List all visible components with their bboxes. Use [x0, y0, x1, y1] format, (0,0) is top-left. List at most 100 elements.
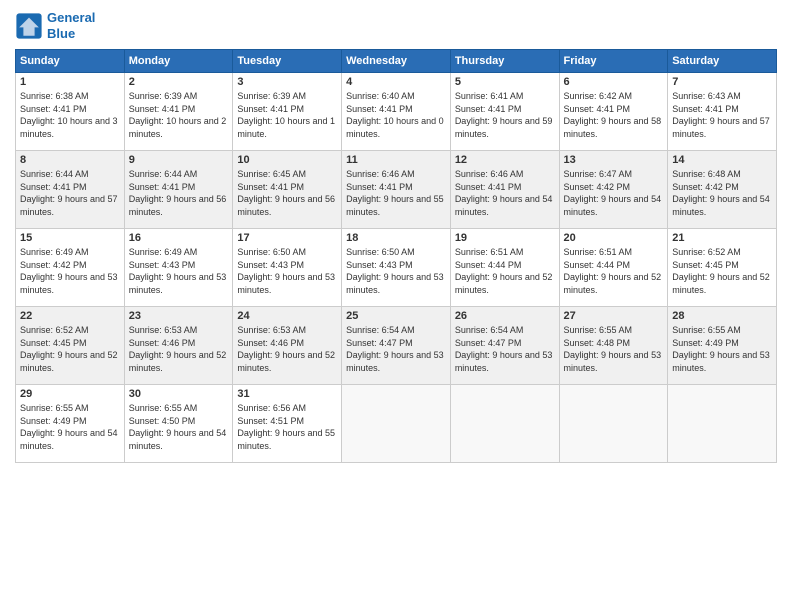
day-info: Sunrise: 6:52 AM Sunset: 4:45 PM Dayligh… [20, 324, 120, 374]
day-number: 16 [129, 232, 229, 244]
day-number: 13 [564, 154, 664, 166]
calendar-table: SundayMondayTuesdayWednesdayThursdayFrid… [15, 49, 777, 463]
day-header-thursday: Thursday [450, 50, 559, 73]
day-number: 3 [237, 76, 337, 88]
day-number: 4 [346, 76, 446, 88]
day-info: Sunrise: 6:56 AM Sunset: 4:51 PM Dayligh… [237, 402, 337, 452]
day-number: 5 [455, 76, 555, 88]
calendar-cell: 27 Sunrise: 6:55 AM Sunset: 4:48 PM Dayl… [559, 307, 668, 385]
day-info: Sunrise: 6:40 AM Sunset: 4:41 PM Dayligh… [346, 90, 446, 140]
calendar-cell: 30 Sunrise: 6:55 AM Sunset: 4:50 PM Dayl… [124, 385, 233, 463]
day-info: Sunrise: 6:54 AM Sunset: 4:47 PM Dayligh… [346, 324, 446, 374]
calendar-cell [342, 385, 451, 463]
day-number: 19 [455, 232, 555, 244]
calendar-cell: 15 Sunrise: 6:49 AM Sunset: 4:42 PM Dayl… [16, 229, 125, 307]
calendar-cell: 17 Sunrise: 6:50 AM Sunset: 4:43 PM Dayl… [233, 229, 342, 307]
day-info: Sunrise: 6:53 AM Sunset: 4:46 PM Dayligh… [237, 324, 337, 374]
day-number: 21 [672, 232, 772, 244]
calendar-cell: 23 Sunrise: 6:53 AM Sunset: 4:46 PM Dayl… [124, 307, 233, 385]
day-info: Sunrise: 6:38 AM Sunset: 4:41 PM Dayligh… [20, 90, 120, 140]
day-number: 17 [237, 232, 337, 244]
day-info: Sunrise: 6:42 AM Sunset: 4:41 PM Dayligh… [564, 90, 664, 140]
calendar-cell: 18 Sunrise: 6:50 AM Sunset: 4:43 PM Dayl… [342, 229, 451, 307]
calendar-cell: 31 Sunrise: 6:56 AM Sunset: 4:51 PM Dayl… [233, 385, 342, 463]
calendar-cell: 7 Sunrise: 6:43 AM Sunset: 4:41 PM Dayli… [668, 73, 777, 151]
calendar-cell: 10 Sunrise: 6:45 AM Sunset: 4:41 PM Dayl… [233, 151, 342, 229]
calendar-cell: 24 Sunrise: 6:53 AM Sunset: 4:46 PM Dayl… [233, 307, 342, 385]
day-number: 23 [129, 310, 229, 322]
calendar-cell: 6 Sunrise: 6:42 AM Sunset: 4:41 PM Dayli… [559, 73, 668, 151]
day-header-friday: Friday [559, 50, 668, 73]
day-number: 25 [346, 310, 446, 322]
calendar-page: General Blue SundayMondayTuesdayWednesda… [0, 0, 792, 612]
day-number: 28 [672, 310, 772, 322]
logo: General Blue [15, 10, 95, 41]
day-number: 12 [455, 154, 555, 166]
day-info: Sunrise: 6:47 AM Sunset: 4:42 PM Dayligh… [564, 168, 664, 218]
day-header-sunday: Sunday [16, 50, 125, 73]
day-number: 22 [20, 310, 120, 322]
calendar-cell: 25 Sunrise: 6:54 AM Sunset: 4:47 PM Dayl… [342, 307, 451, 385]
calendar-cell: 14 Sunrise: 6:48 AM Sunset: 4:42 PM Dayl… [668, 151, 777, 229]
day-header-tuesday: Tuesday [233, 50, 342, 73]
calendar-cell [559, 385, 668, 463]
day-number: 10 [237, 154, 337, 166]
day-number: 26 [455, 310, 555, 322]
day-number: 1 [20, 76, 120, 88]
logo-icon [15, 12, 43, 40]
day-info: Sunrise: 6:55 AM Sunset: 4:48 PM Dayligh… [564, 324, 664, 374]
day-header-wednesday: Wednesday [342, 50, 451, 73]
calendar-cell: 22 Sunrise: 6:52 AM Sunset: 4:45 PM Dayl… [16, 307, 125, 385]
calendar-cell: 13 Sunrise: 6:47 AM Sunset: 4:42 PM Dayl… [559, 151, 668, 229]
calendar-cell: 29 Sunrise: 6:55 AM Sunset: 4:49 PM Dayl… [16, 385, 125, 463]
calendar-cell: 26 Sunrise: 6:54 AM Sunset: 4:47 PM Dayl… [450, 307, 559, 385]
day-info: Sunrise: 6:46 AM Sunset: 4:41 PM Dayligh… [455, 168, 555, 218]
day-info: Sunrise: 6:50 AM Sunset: 4:43 PM Dayligh… [237, 246, 337, 296]
day-info: Sunrise: 6:44 AM Sunset: 4:41 PM Dayligh… [129, 168, 229, 218]
calendar-cell: 3 Sunrise: 6:39 AM Sunset: 4:41 PM Dayli… [233, 73, 342, 151]
day-number: 27 [564, 310, 664, 322]
day-info: Sunrise: 6:41 AM Sunset: 4:41 PM Dayligh… [455, 90, 555, 140]
day-info: Sunrise: 6:46 AM Sunset: 4:41 PM Dayligh… [346, 168, 446, 218]
day-info: Sunrise: 6:39 AM Sunset: 4:41 PM Dayligh… [237, 90, 337, 140]
day-number: 14 [672, 154, 772, 166]
day-info: Sunrise: 6:54 AM Sunset: 4:47 PM Dayligh… [455, 324, 555, 374]
calendar-cell: 21 Sunrise: 6:52 AM Sunset: 4:45 PM Dayl… [668, 229, 777, 307]
day-number: 31 [237, 388, 337, 400]
calendar-cell: 8 Sunrise: 6:44 AM Sunset: 4:41 PM Dayli… [16, 151, 125, 229]
day-info: Sunrise: 6:55 AM Sunset: 4:49 PM Dayligh… [20, 402, 120, 452]
day-number: 30 [129, 388, 229, 400]
day-info: Sunrise: 6:50 AM Sunset: 4:43 PM Dayligh… [346, 246, 446, 296]
day-number: 6 [564, 76, 664, 88]
calendar-cell: 2 Sunrise: 6:39 AM Sunset: 4:41 PM Dayli… [124, 73, 233, 151]
day-number: 24 [237, 310, 337, 322]
day-info: Sunrise: 6:55 AM Sunset: 4:50 PM Dayligh… [129, 402, 229, 452]
calendar-cell: 19 Sunrise: 6:51 AM Sunset: 4:44 PM Dayl… [450, 229, 559, 307]
day-number: 8 [20, 154, 120, 166]
day-info: Sunrise: 6:48 AM Sunset: 4:42 PM Dayligh… [672, 168, 772, 218]
day-info: Sunrise: 6:51 AM Sunset: 4:44 PM Dayligh… [564, 246, 664, 296]
day-info: Sunrise: 6:51 AM Sunset: 4:44 PM Dayligh… [455, 246, 555, 296]
day-info: Sunrise: 6:43 AM Sunset: 4:41 PM Dayligh… [672, 90, 772, 140]
day-info: Sunrise: 6:49 AM Sunset: 4:43 PM Dayligh… [129, 246, 229, 296]
day-info: Sunrise: 6:52 AM Sunset: 4:45 PM Dayligh… [672, 246, 772, 296]
day-info: Sunrise: 6:39 AM Sunset: 4:41 PM Dayligh… [129, 90, 229, 140]
day-info: Sunrise: 6:49 AM Sunset: 4:42 PM Dayligh… [20, 246, 120, 296]
day-number: 11 [346, 154, 446, 166]
calendar-cell: 1 Sunrise: 6:38 AM Sunset: 4:41 PM Dayli… [16, 73, 125, 151]
calendar-cell: 12 Sunrise: 6:46 AM Sunset: 4:41 PM Dayl… [450, 151, 559, 229]
calendar-cell: 4 Sunrise: 6:40 AM Sunset: 4:41 PM Dayli… [342, 73, 451, 151]
day-number: 29 [20, 388, 120, 400]
calendar-cell: 5 Sunrise: 6:41 AM Sunset: 4:41 PM Dayli… [450, 73, 559, 151]
calendar-cell [668, 385, 777, 463]
day-number: 15 [20, 232, 120, 244]
calendar-cell: 9 Sunrise: 6:44 AM Sunset: 4:41 PM Dayli… [124, 151, 233, 229]
day-info: Sunrise: 6:45 AM Sunset: 4:41 PM Dayligh… [237, 168, 337, 218]
day-number: 18 [346, 232, 446, 244]
header: General Blue [15, 10, 777, 41]
calendar-cell: 16 Sunrise: 6:49 AM Sunset: 4:43 PM Dayl… [124, 229, 233, 307]
calendar-cell: 28 Sunrise: 6:55 AM Sunset: 4:49 PM Dayl… [668, 307, 777, 385]
day-info: Sunrise: 6:53 AM Sunset: 4:46 PM Dayligh… [129, 324, 229, 374]
day-number: 9 [129, 154, 229, 166]
day-header-monday: Monday [124, 50, 233, 73]
